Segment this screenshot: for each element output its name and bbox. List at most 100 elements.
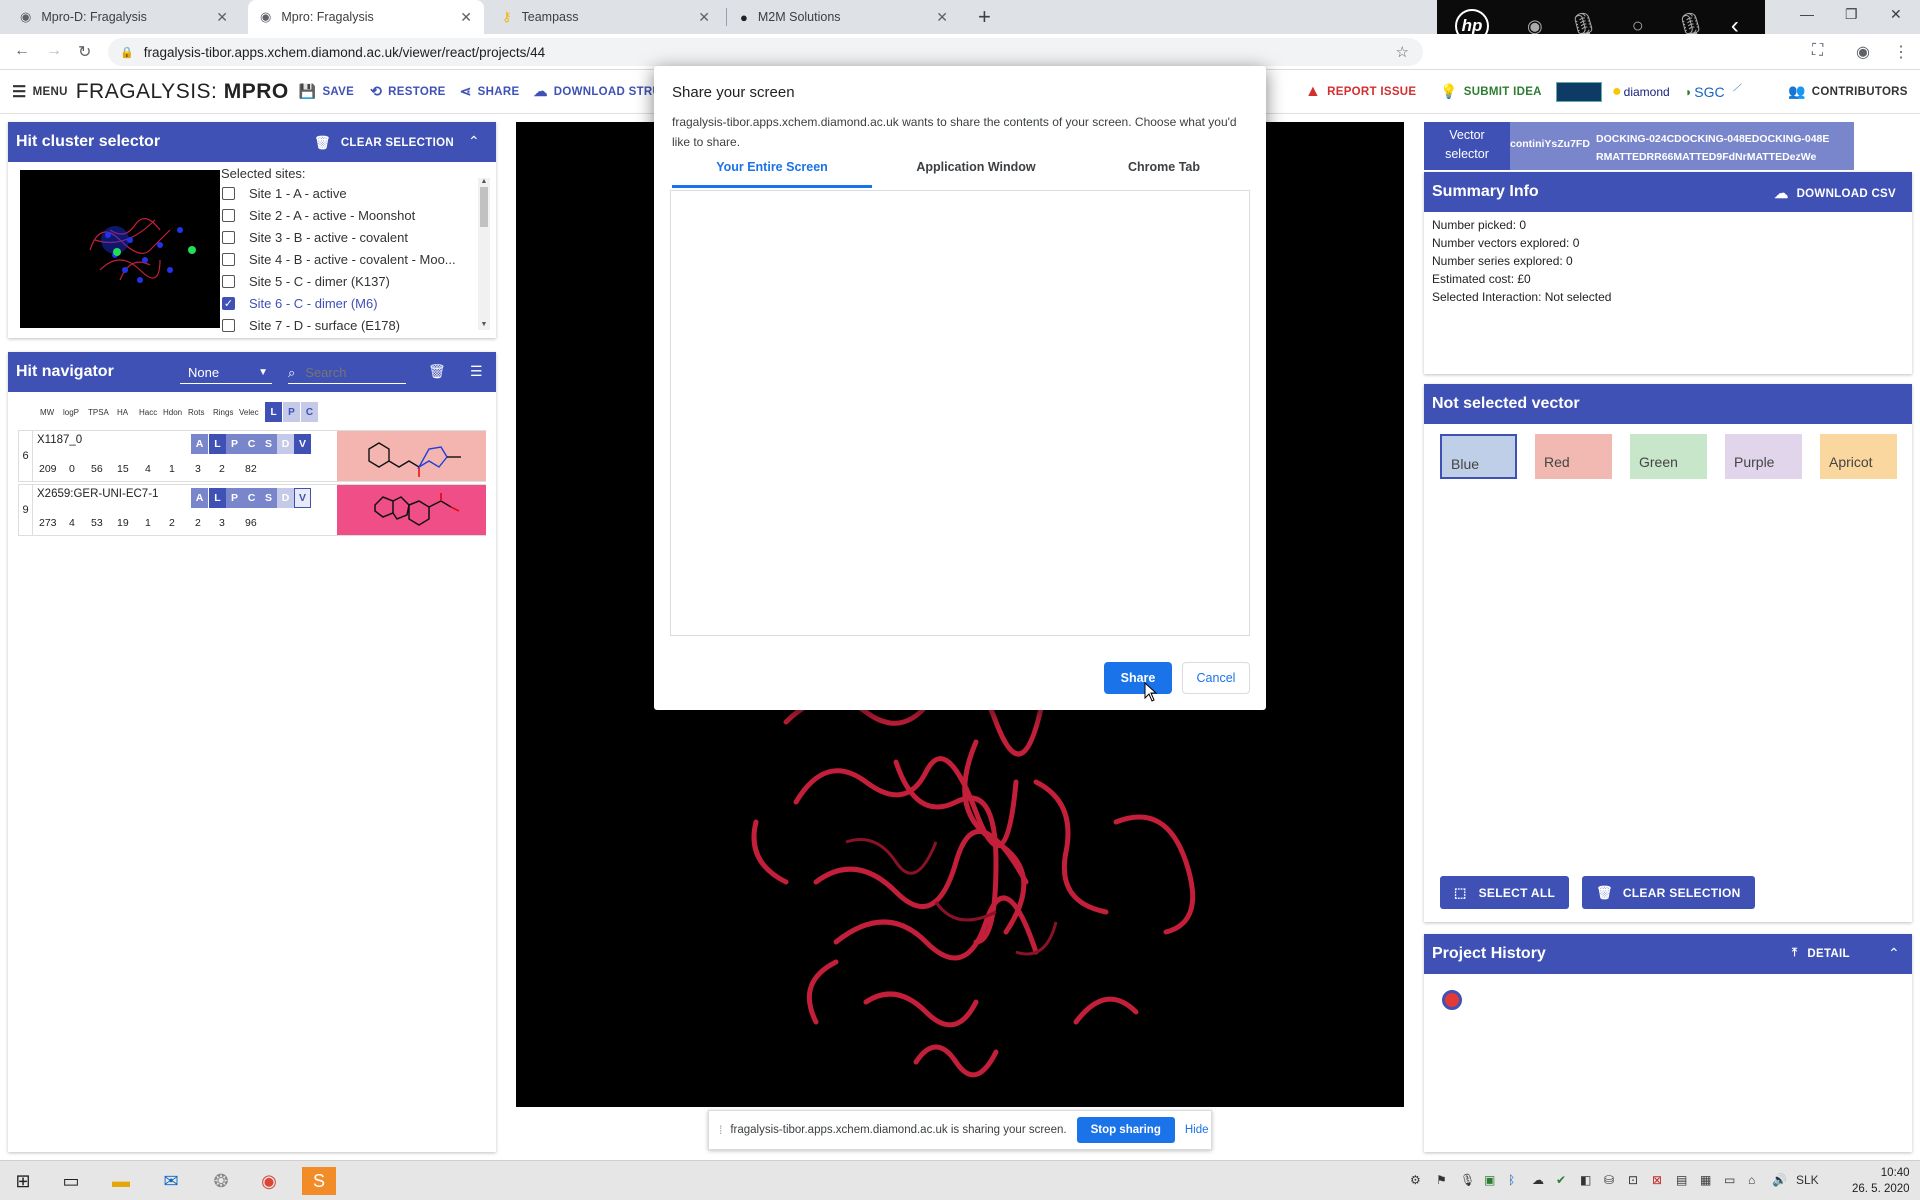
tray-icon[interactable]: ⚑ [1436,1173,1447,1187]
restore-window-icon[interactable]: ❐ [1845,6,1858,23]
save-button[interactable]: 💾 SAVE [299,83,354,100]
flag-surface-button[interactable]: S [260,434,277,454]
contributors-button[interactable]: 👥 CONTRIBUTORS [1788,83,1908,100]
tray-icon[interactable]: ✔ [1556,1173,1566,1187]
drag-handle-icon[interactable]: ⁞ [719,1123,722,1137]
close-window-icon[interactable]: ✕ [1890,6,1902,23]
flag-complex-button[interactable]: C [243,434,260,454]
filter-icon[interactable]: ☰ [470,363,483,380]
browser-tab[interactable]: ◉ Mpro-D: Fragalysis ✕ [8,0,240,34]
flag-vector-button[interactable]: V [294,488,311,508]
site-checkbox[interactable] [222,230,235,244]
column-header[interactable]: Hacc [139,408,157,417]
scroll-thumb[interactable] [480,187,488,227]
tray-icon[interactable]: ◧ [1580,1173,1591,1187]
flag-ligand-button[interactable]: L [209,488,226,508]
back-icon[interactable]: ← [14,42,30,60]
tray-icon[interactable]: ⊡ [1628,1173,1638,1187]
tray-icon[interactable]: ⛁ [1604,1173,1614,1187]
flag-ligand-button[interactable]: L [209,434,226,454]
cluster-thumbnail[interactable] [20,170,220,328]
column-header[interactable]: Rings [213,408,233,417]
history-node[interactable] [1442,990,1462,1010]
flag-protein-button[interactable]: P [226,488,243,508]
stop-sharing-button[interactable]: Stop sharing [1076,1117,1175,1143]
report-issue-button[interactable]: ▲ REPORT ISSUE [1305,83,1416,101]
minimize-icon[interactable]: — [1800,6,1814,22]
molecule-thumbnail[interactable] [337,485,486,535]
windows-start-icon[interactable]: ⊞ [6,1167,40,1195]
tab-entire-screen[interactable]: Your Entire Screen [672,160,872,188]
site-row[interactable]: Site 4 - B - active - covalent - Moo... [222,248,478,270]
flag-all-button[interactable]: A [191,488,208,508]
submit-idea-button[interactable]: 💡 SUBMIT IDEA [1440,83,1542,100]
color-swatch-blue[interactable]: Blue [1440,434,1517,479]
scroll-down-icon[interactable]: ▼ [478,321,490,328]
bluetooth-icon[interactable]: ᛒ [1508,1173,1515,1187]
share-button[interactable]: Share [1104,662,1172,694]
task-view-icon[interactable]: ▭ [54,1167,88,1195]
reload-icon[interactable]: ↻ [78,42,91,62]
color-swatch-red[interactable]: Red [1535,434,1612,479]
tray-icon[interactable]: ▦ [1700,1173,1711,1187]
column-header[interactable]: Hdon [163,408,182,417]
flag-vector-button[interactable]: V [294,434,311,454]
toggle-protein-all[interactable]: P [283,402,300,422]
toggle-ligand-all[interactable]: L [265,402,282,422]
tray-icon[interactable]: ▤ [1676,1173,1687,1187]
flag-complex-button[interactable]: C [243,488,260,508]
vector-tag[interactable]: DOCKING-024CDOCKING-048EDOCKING-048E RMA… [1596,122,1854,170]
site-row-selected[interactable]: ✓ Site 6 - C - dimer (M6) [222,292,478,314]
color-swatch-purple[interactable]: Purple [1725,434,1802,479]
network-icon[interactable]: ⌂ [1748,1173,1755,1187]
screen-preview-area[interactable] [670,190,1250,636]
flag-all-button[interactable]: A [191,434,208,454]
tab-chrome-tab[interactable]: Chrome Tab [1064,160,1264,188]
flag-surface-button[interactable]: S [260,488,277,508]
chrome-icon[interactable]: ◉ [252,1167,286,1195]
search-input[interactable] [305,365,394,380]
select-all-button[interactable]: ⬚ SELECT ALL [1440,876,1570,909]
download-csv-button[interactable]: ☁ DOWNLOAD CSV [1774,185,1896,202]
browser-tab[interactable]: ⚷ Teampass ✕ [490,0,722,34]
site-checkbox[interactable] [222,252,235,266]
clear-selection-button[interactable]: 🗑 CLEAR SELECTION [1582,876,1755,909]
flag-density-button[interactable]: D [277,488,294,508]
url-input[interactable]: 🔒 fragalysis-tibor.apps.xchem.diamond.ac… [108,38,1423,66]
menu-button[interactable]: ☰ MENU [12,82,68,102]
share-button[interactable]: ⋖ SHARE [460,83,520,100]
site-checkbox[interactable] [222,274,235,288]
flag-protein-button[interactable]: P [226,434,243,454]
cancel-button[interactable]: Cancel [1182,662,1250,694]
column-header[interactable]: HA [117,408,128,417]
restore-button[interactable]: ⟲ RESTORE [370,83,446,100]
browser-tab[interactable]: ● M2M Solutions ✕ [728,0,960,34]
new-tab-button[interactable]: + [978,4,991,30]
volume-icon[interactable]: 🔊 [1772,1173,1787,1187]
close-icon[interactable]: ✕ [460,9,472,26]
battery-icon[interactable]: ▭ [1724,1173,1735,1187]
scroll-up-icon[interactable]: ▲ [478,178,490,185]
tray-icon[interactable]: ▣ [1484,1173,1495,1187]
flag-density-button[interactable]: D [277,434,294,454]
color-swatch-green[interactable]: Green [1630,434,1707,479]
site-row[interactable]: Site 2 - A - active - Moonshot [222,204,478,226]
browser-tab-active[interactable]: ◉ Mpro: Fragalysis ✕ [248,0,484,34]
hide-button[interactable]: Hide [1185,1124,1209,1136]
site-row[interactable]: Site 3 - B - active - covalent [222,226,478,248]
chevron-up-icon[interactable]: ⌃ [1888,945,1900,962]
close-icon[interactable]: ✕ [216,9,228,26]
toggle-complex-all[interactable]: C [301,402,318,422]
pinned-app-icon[interactable]: S [302,1167,336,1195]
site-checkbox[interactable] [222,208,235,222]
input-language[interactable]: SLK [1796,1173,1819,1187]
sites-scrollbar[interactable]: ▲ ▼ [478,178,490,330]
outlook-icon[interactable]: ✉ [154,1167,188,1195]
app-icon[interactable]: ❂ [204,1167,238,1195]
cloud-icon[interactable]: ☁ [1532,1173,1544,1187]
clear-selection-button[interactable]: 🗑 CLEAR SELECTION [314,135,454,151]
hit-row[interactable]: 6 X1187_0 A L P C S D V 209 0 56 15 4 1 … [18,430,486,482]
site-checkbox[interactable] [222,186,235,200]
hit-row[interactable]: 9 X2659:GER-UNI-EC7-1 A L P C S D V 273 … [18,484,486,536]
tray-icon[interactable]: ⚙ [1410,1173,1421,1187]
